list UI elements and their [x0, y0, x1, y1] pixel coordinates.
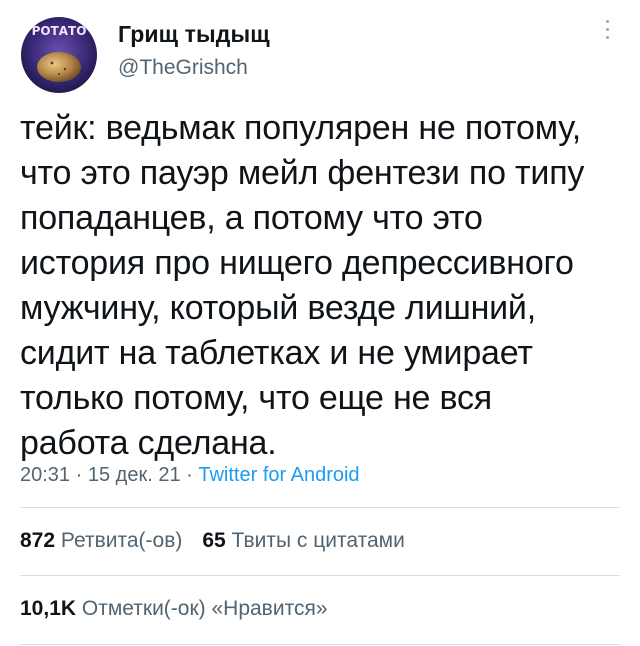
likes-count: 10,1K — [20, 597, 77, 620]
divider — [20, 644, 620, 645]
stats-row-retweets: 872 Ретвита(-ов) 65 Твиты с цитатами — [20, 529, 405, 553]
author-display-name[interactable]: Грищ тыдыщ — [118, 21, 270, 48]
quotes-count: 65 — [202, 529, 226, 552]
tweet-card: РОТАТО Грищ тыдыщ @TheGrishch тейк: ведь… — [0, 0, 640, 646]
avatar-logo-text: РОТАТО — [32, 24, 87, 38]
likes-label: Отметки(-ок) «Нравится» — [81, 597, 328, 620]
avatar[interactable]: РОТАТО — [21, 17, 97, 93]
meta-separator: · — [75, 464, 83, 486]
tweet-source-link[interactable]: Twitter for Android — [198, 464, 359, 486]
stats-row-likes: 10,1K Отметки(-ок) «Нравится» — [20, 597, 328, 621]
tweet-time[interactable]: 20:31 — [20, 464, 70, 486]
more-vertical-icon[interactable] — [599, 20, 615, 46]
tweet-date[interactable]: 15 дек. 21 — [88, 464, 181, 486]
retweets-stat[interactable]: 872 Ретвита(-ов) — [20, 529, 182, 552]
likes-stat[interactable]: 10,1K Отметки(-ок) «Нравится» — [20, 597, 328, 620]
retweets-label: Ретвита(-ов) — [60, 529, 183, 552]
author-handle[interactable]: @TheGrishch — [118, 56, 248, 80]
divider — [20, 575, 620, 576]
retweets-count: 872 — [20, 529, 56, 552]
quotes-stat[interactable]: 65 Твиты с цитатами — [202, 529, 404, 552]
tweet-text: тейк: ведьмак популярен не потому, что э… — [20, 109, 585, 462]
meta-separator: · — [186, 464, 193, 486]
divider — [20, 507, 620, 508]
quotes-label: Твиты с цитатами — [231, 529, 405, 552]
tweet-meta: 20:31 · 15 дек. 21 · Twitter for Android — [20, 464, 360, 487]
